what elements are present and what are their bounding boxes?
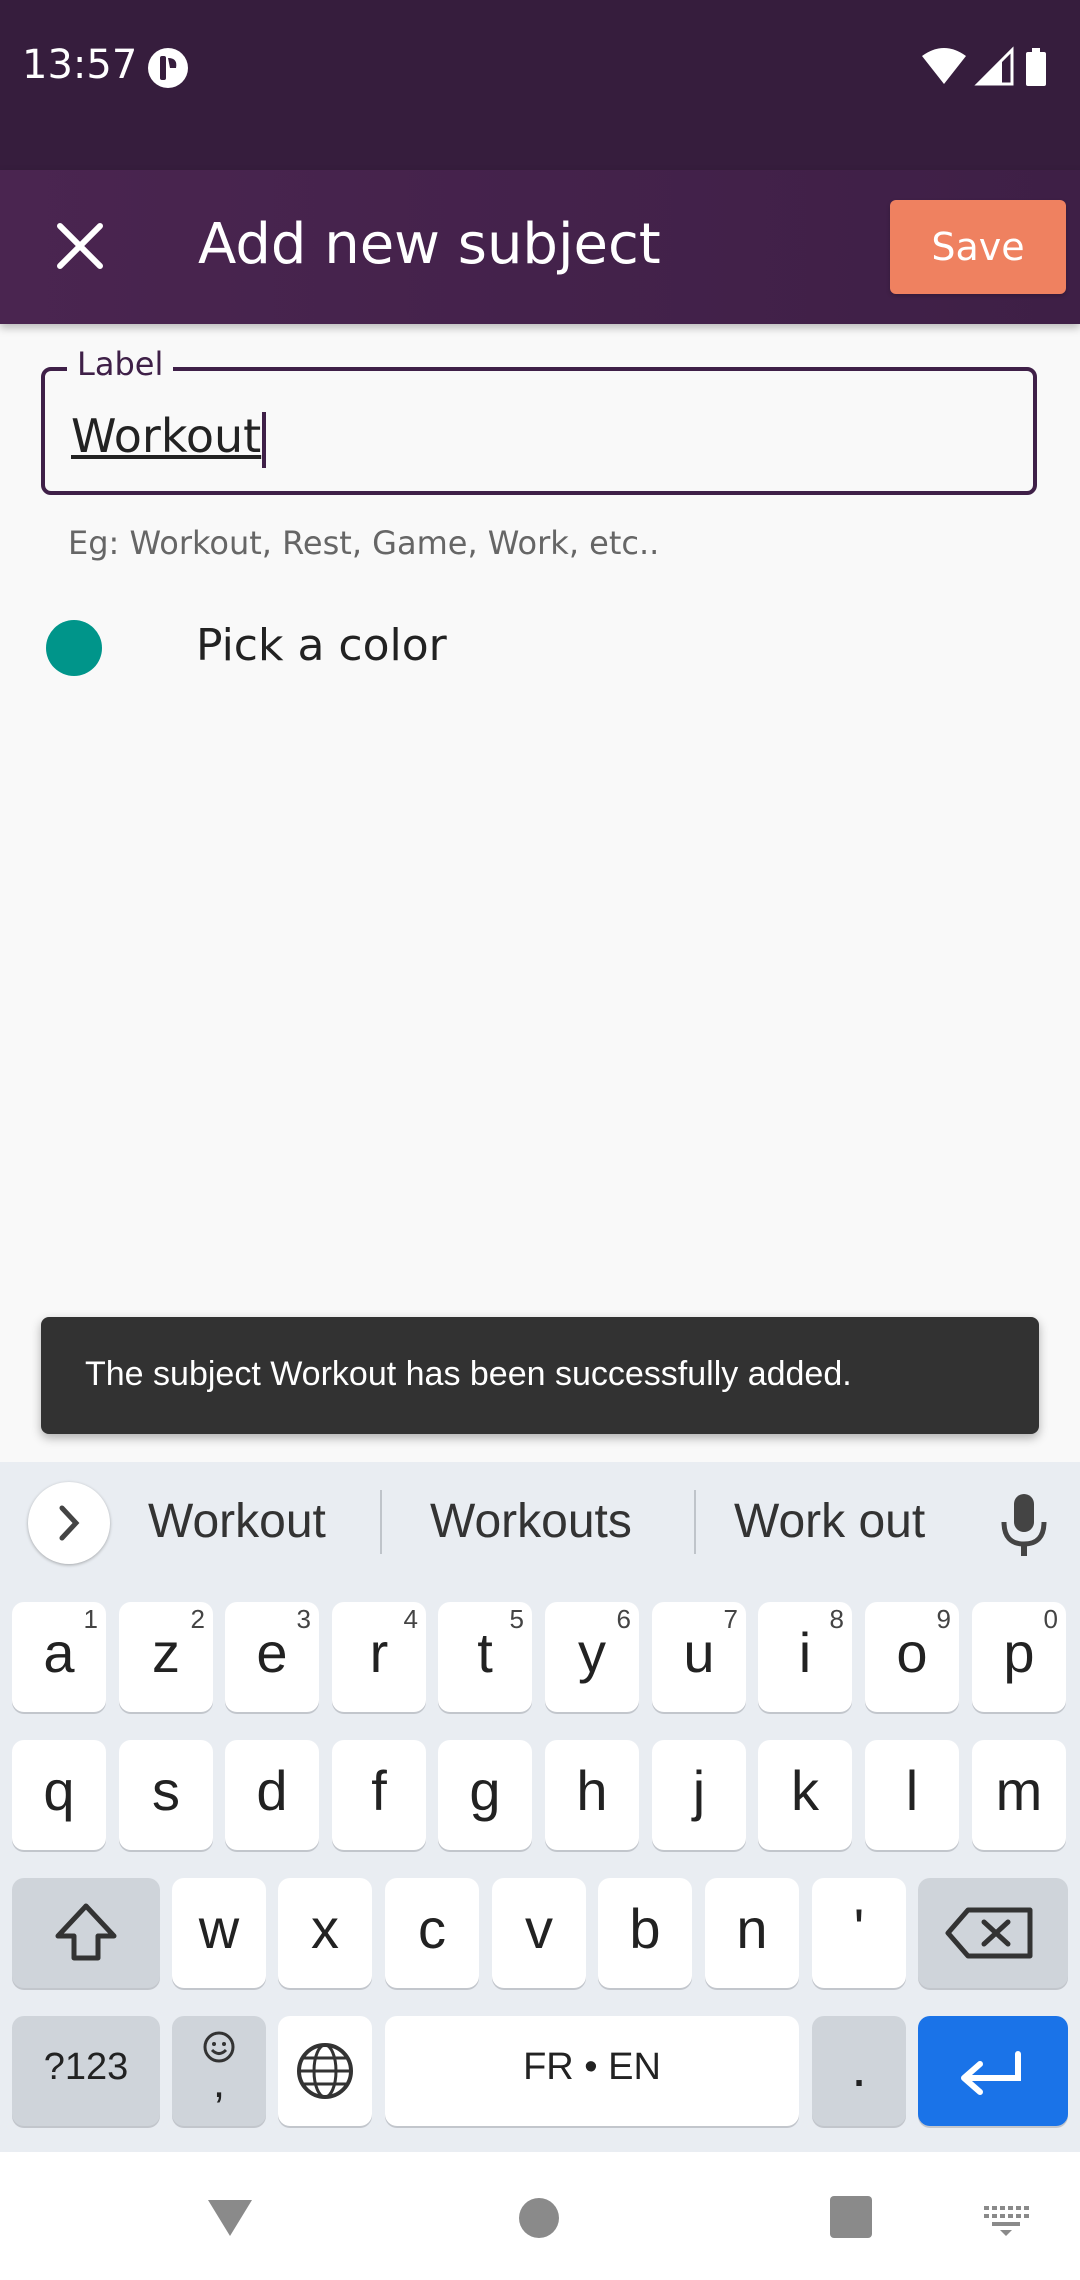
wifi-icon	[922, 48, 966, 84]
key-w[interactable]: w	[172, 1878, 266, 1988]
key-b[interactable]: b	[598, 1878, 692, 1988]
globe-icon	[297, 2043, 353, 2099]
suggestion-divider	[694, 1490, 696, 1554]
key-l[interactable]: l	[865, 1740, 959, 1850]
backspace-key[interactable]	[918, 1878, 1068, 1988]
key-r[interactable]: r4	[332, 1602, 426, 1712]
battery-icon	[1026, 48, 1046, 86]
key-z[interactable]: z2	[119, 1602, 213, 1712]
close-icon	[57, 223, 103, 269]
key-x[interactable]: x	[278, 1878, 372, 1988]
suggestion-3[interactable]: Work out	[734, 1494, 925, 1549]
snackbar-message: The subject Workout has been successfull…	[85, 1355, 852, 1393]
key-p[interactable]: p0	[972, 1602, 1066, 1712]
back-icon[interactable]	[198, 2188, 262, 2244]
shift-key[interactable]	[12, 1878, 160, 1988]
signal-icon	[974, 46, 1014, 86]
suggestion-2[interactable]: Workouts	[430, 1494, 632, 1549]
key-o[interactable]: o9	[865, 1602, 959, 1712]
navigation-bar	[0, 2152, 1080, 2280]
key-u[interactable]: u7	[652, 1602, 746, 1712]
key-q[interactable]: q	[12, 1740, 106, 1850]
key-k[interactable]: k	[758, 1740, 852, 1850]
period-key[interactable]: .	[812, 2016, 906, 2126]
enter-icon	[961, 2051, 1021, 2095]
save-button[interactable]: Save	[890, 200, 1066, 294]
key-c[interactable]: c	[385, 1878, 479, 1988]
microphone-icon	[1001, 1494, 1047, 1556]
status-icons	[922, 46, 1046, 86]
suggestion-1[interactable]: Workout	[148, 1494, 326, 1549]
suggestion-bar: Workout Workouts Work out	[0, 1462, 1080, 1582]
soft-keyboard: Workout Workouts Work out a1 z2 e3 r4 t5…	[0, 1462, 1080, 2152]
key-e[interactable]: e3	[225, 1602, 319, 1712]
status-time: 13:57	[22, 42, 138, 88]
page-title: Add new subject	[198, 212, 661, 277]
recents-icon[interactable]	[826, 2192, 876, 2242]
pick-color-row[interactable]: Pick a color	[0, 600, 1080, 700]
app-notification-icon	[148, 48, 188, 88]
pick-color-label: Pick a color	[196, 620, 447, 671]
key-g[interactable]: g	[438, 1740, 532, 1850]
key-d[interactable]: d	[225, 1740, 319, 1850]
app-bar: Add new subject Save	[0, 170, 1080, 324]
label-helper-text: Eg: Workout, Rest, Game, Work, etc..	[68, 524, 660, 562]
key-i[interactable]: i8	[758, 1602, 852, 1712]
key-s[interactable]: s	[119, 1740, 213, 1850]
symbols-key[interactable]: ?123	[12, 2016, 160, 2126]
key-h[interactable]: h	[545, 1740, 639, 1850]
chevron-right-icon	[59, 1505, 80, 1541]
key-j[interactable]: j	[652, 1740, 746, 1850]
shift-icon	[55, 1903, 117, 1961]
label-field-value: Workout	[71, 409, 267, 468]
color-swatch[interactable]	[46, 620, 102, 676]
label-field-legend: Label	[67, 345, 174, 383]
space-key[interactable]: FR • EN	[385, 2016, 799, 2126]
emoji-comma-key[interactable]: ,	[172, 2016, 266, 2126]
key-a[interactable]: a1	[12, 1602, 106, 1712]
key-m[interactable]: m	[972, 1740, 1066, 1850]
key-t[interactable]: t5	[438, 1602, 532, 1712]
label-input[interactable]: Label Workout	[41, 345, 1037, 495]
enter-key[interactable]	[918, 2016, 1068, 2126]
language-key[interactable]	[278, 2016, 372, 2126]
key-apostrophe[interactable]: '	[812, 1878, 906, 1988]
expand-suggestions-button[interactable]	[28, 1482, 110, 1564]
key-y[interactable]: y6	[545, 1602, 639, 1712]
keyboard-switch-icon[interactable]	[982, 2202, 1030, 2238]
status-bar: 13:57	[0, 0, 1080, 170]
key-n[interactable]: n	[705, 1878, 799, 1988]
home-icon[interactable]	[514, 2188, 564, 2244]
suggestion-divider	[380, 1490, 382, 1554]
key-v[interactable]: v	[492, 1878, 586, 1988]
snackbar: The subject Workout has been successfull…	[41, 1317, 1039, 1434]
key-f[interactable]: f	[332, 1740, 426, 1850]
backspace-icon	[945, 1907, 1033, 1959]
text-cursor	[262, 411, 267, 468]
close-button[interactable]	[40, 206, 120, 286]
voice-input-button[interactable]	[994, 1490, 1054, 1560]
